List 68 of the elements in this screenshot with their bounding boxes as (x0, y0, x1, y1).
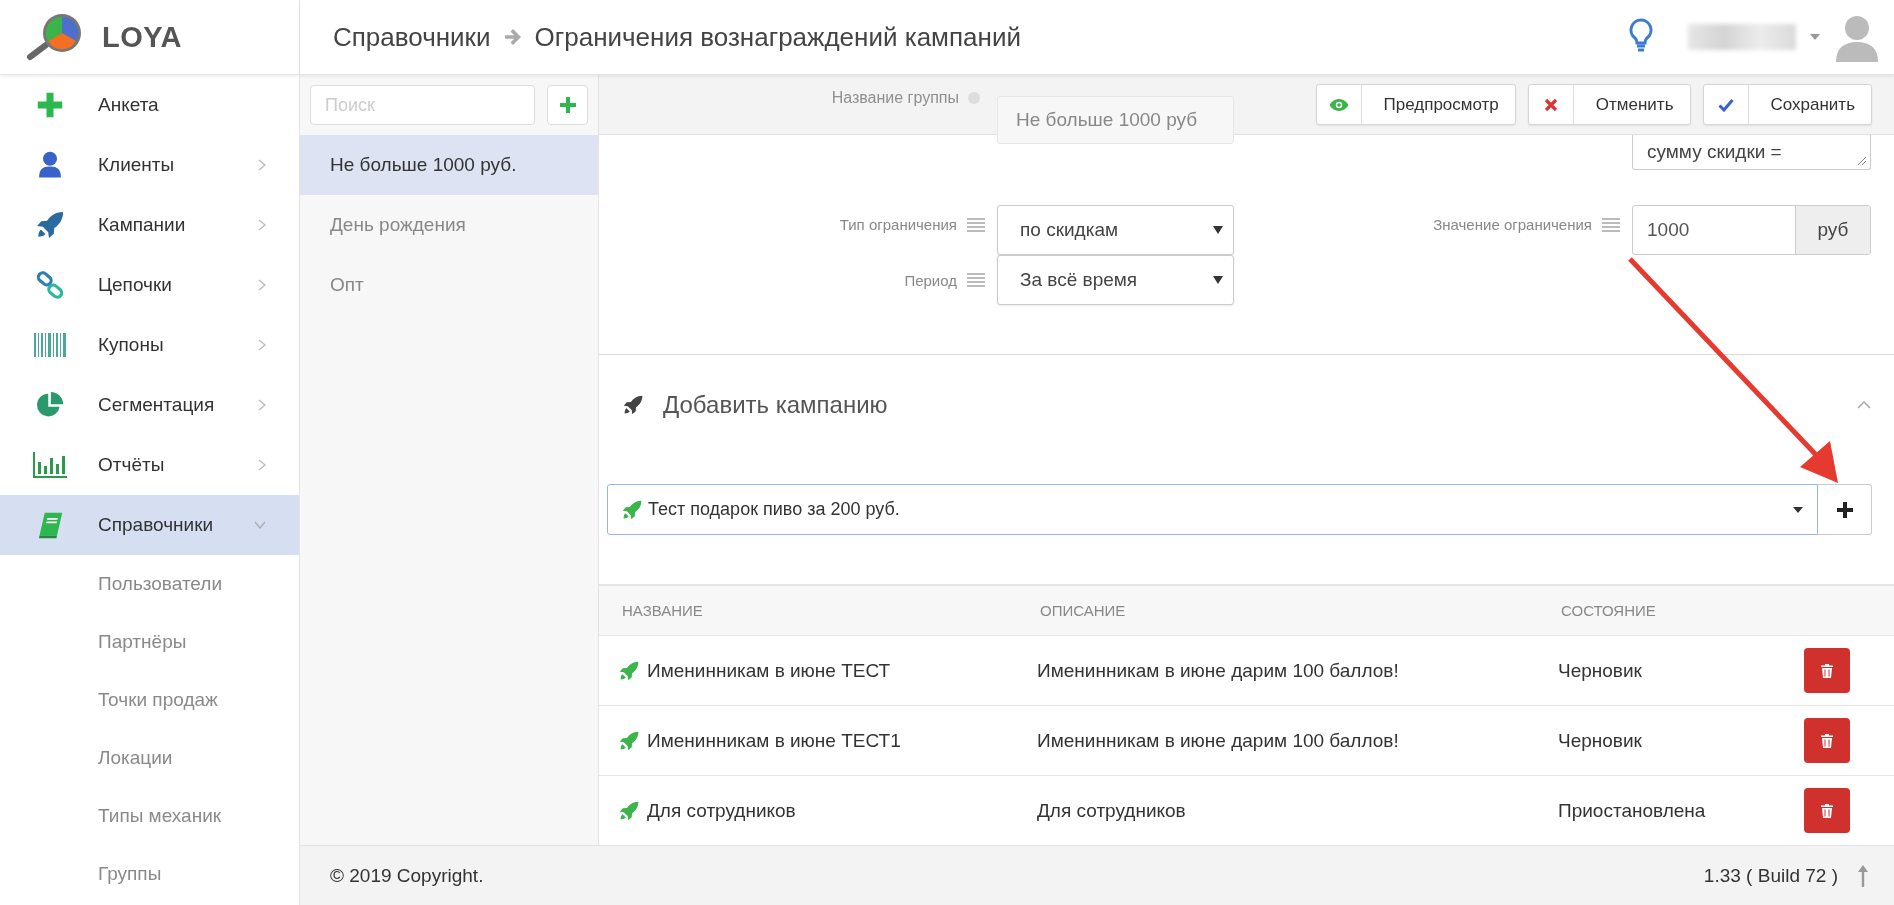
field-label: Период (904, 271, 957, 289)
list-icon (967, 273, 985, 287)
table-cell-text: Именинникам в июне дарим 100 баллов! (1037, 729, 1400, 752)
delete-button[interactable] (1804, 648, 1850, 693)
breadcrumb-item: Ограничения вознаграждений кампаний (534, 21, 1021, 53)
sidebar-item[interactable]: Цепочки (0, 255, 299, 315)
rocket-icon (619, 800, 639, 821)
trash-icon (1821, 663, 1833, 678)
caret-icon (1213, 226, 1223, 234)
table-cell-text: Для сотрудников (1037, 799, 1187, 822)
cancel-button[interactable]: Отменить (1527, 84, 1691, 125)
table-cell: Именинникам в июне ТЕСТ (619, 659, 1037, 682)
caret-icon (1213, 276, 1223, 284)
group-item[interactable]: Не больше 1000 руб. (300, 135, 598, 195)
delete-button[interactable] (1804, 788, 1850, 833)
column-header: ОПИСАНИЕ (1040, 602, 1127, 619)
copyright-text: © 2019 Copyright. (330, 864, 485, 887)
sidebar-item[interactable]: Клиенты (0, 135, 299, 195)
table-cell-text: Именинникам в июне дарим 100 баллов! (1037, 659, 1400, 682)
trash-icon (1821, 803, 1833, 818)
list-icon (967, 217, 985, 232)
restriction-type-select[interactable]: по скидкам (997, 205, 1234, 255)
rocket-icon (622, 499, 642, 520)
arrow-right-icon (502, 28, 523, 46)
rocket-icon (623, 395, 643, 415)
sidebar-item[interactable]: Отчёты (0, 435, 299, 495)
add-button[interactable] (1818, 484, 1872, 535)
section-title: Добавить кампанию (663, 391, 889, 419)
column-header: СОСТОЯНИЕ (1561, 602, 1657, 619)
delete-button[interactable] (1804, 718, 1850, 763)
unit-addon: руб (1795, 206, 1870, 254)
field-label: Название группы (831, 89, 959, 107)
plus-icon (1836, 501, 1853, 518)
eye-icon (1328, 97, 1349, 112)
table-cell-text: Приостановлена (1558, 799, 1707, 822)
sidebar-item[interactable]: Сегментация (0, 375, 299, 435)
sidebar-item[interactable]: Купоны (0, 315, 299, 375)
checkmark-icon (1717, 97, 1734, 112)
sidebar-item[interactable]: Справочники (0, 495, 299, 555)
sidebar-item[interactable]: Кампании (0, 195, 299, 255)
field-label: Значение ограничения (1433, 216, 1592, 233)
version-text: 1.33 ( Build 72 ) (1703, 864, 1838, 887)
logo-text: LOYA (102, 20, 182, 54)
resize-handle-icon[interactable] (1857, 156, 1867, 166)
list-icon (1602, 217, 1620, 232)
table-cell: Именинникам в июне ТЕСТ1 (619, 729, 1037, 752)
plus-icon (559, 97, 576, 113)
sidebar-item[interactable]: Анкета (0, 75, 299, 135)
close-icon (1543, 97, 1558, 112)
chevron-up-icon[interactable] (1856, 400, 1872, 410)
trash-icon (1821, 733, 1833, 748)
caret-icon[interactable] (1810, 34, 1820, 40)
arrow-up-icon[interactable] (1858, 864, 1868, 887)
table-cell: Для сотрудников (619, 799, 1037, 822)
save-button[interactable]: Сохранить (1702, 84, 1872, 125)
period-select[interactable]: За всё время (997, 255, 1234, 305)
column-header: НАЗВАНИЕ (622, 602, 704, 619)
caret-icon (1793, 506, 1803, 513)
preview-button[interactable]: Предпросмотр (1315, 84, 1516, 125)
rocket-icon (619, 730, 639, 751)
description-field[interactable]: сумму скидки = (1632, 135, 1871, 170)
restriction-value-field[interactable]: 1000 руб (1632, 205, 1871, 255)
table-cell-text: Черновик (1558, 729, 1643, 752)
campaign-select[interactable]: Тест подарок пиво за 200 руб. (607, 484, 1818, 535)
table-cell-text: Черновик (1558, 659, 1643, 682)
field-label: Тип ограничения (839, 216, 957, 233)
rocket-icon (619, 660, 639, 681)
breadcrumb-item[interactable]: Справочники (333, 21, 491, 53)
